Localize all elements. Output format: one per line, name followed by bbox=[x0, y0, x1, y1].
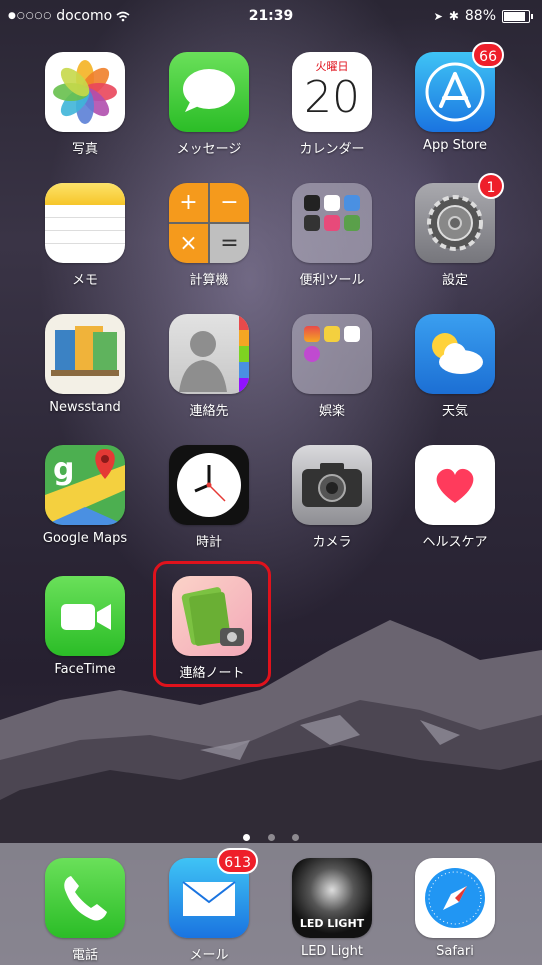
app-label: 時計 bbox=[195, 535, 222, 550]
facetime-icon bbox=[45, 576, 125, 656]
location-icon: ➤ bbox=[433, 9, 443, 23]
app-contacts[interactable]: 連絡先 bbox=[154, 314, 264, 419]
page-dot bbox=[267, 834, 275, 841]
app-weather[interactable]: 天気 bbox=[400, 314, 510, 419]
app-label: 天気 bbox=[441, 404, 468, 419]
app-calculator[interactable]: + − × = 計算機 bbox=[154, 183, 264, 288]
app-label: 写真 bbox=[71, 142, 98, 157]
folder-icon bbox=[292, 183, 372, 263]
app-led-light[interactable]: LED LIGHT LED Light bbox=[277, 858, 387, 959]
phone-icon bbox=[45, 858, 125, 938]
app-messages[interactable]: メッセージ bbox=[154, 52, 264, 157]
app-label: ヘルスケア bbox=[422, 535, 488, 550]
app-clock[interactable]: 時計 bbox=[154, 445, 264, 550]
folder-tools[interactable]: 便利ツール bbox=[277, 183, 387, 288]
calculator-icon: + − × = bbox=[169, 183, 249, 263]
app-photos[interactable]: 写真 bbox=[30, 52, 140, 157]
page-dot bbox=[243, 834, 251, 841]
app-label: LED Light bbox=[300, 944, 364, 959]
page-dot bbox=[291, 834, 299, 841]
app-label: カメラ bbox=[312, 535, 352, 550]
app-label: Google Maps bbox=[42, 531, 128, 546]
app-label: App Store bbox=[423, 138, 487, 153]
led-light-icon-text: LED LIGHT bbox=[299, 917, 365, 930]
calendar-day: 20 bbox=[304, 72, 360, 123]
app-phone[interactable]: 電話 bbox=[30, 858, 140, 963]
camera-icon bbox=[292, 445, 372, 525]
app-mail[interactable]: 613 メール bbox=[154, 848, 264, 963]
safari-icon bbox=[415, 858, 495, 938]
app-camera[interactable]: カメラ bbox=[277, 445, 387, 550]
app-label: 電話 bbox=[71, 948, 98, 963]
app-label: 設定 bbox=[441, 273, 468, 288]
clock-icon bbox=[169, 445, 249, 525]
weather-icon bbox=[415, 314, 495, 394]
app-google-maps[interactable]: g Google Maps bbox=[30, 445, 140, 546]
app-notes[interactable]: メモ bbox=[30, 183, 140, 288]
app-app-store[interactable]: 66 App Store bbox=[400, 42, 510, 153]
app-label: メッセージ bbox=[176, 142, 242, 157]
led-light-icon: LED LIGHT bbox=[292, 858, 372, 938]
app-label: メール bbox=[189, 948, 229, 963]
app-label: 便利ツール bbox=[299, 273, 365, 288]
messages-icon bbox=[169, 52, 249, 132]
app-newsstand[interactable]: Newsstand bbox=[30, 314, 140, 415]
bluetooth-icon: ✱ bbox=[448, 9, 459, 23]
notification-badge: 1 bbox=[478, 173, 504, 199]
home-screen: ●○○○○ docomo 21:39 ➤ ✱ 88% 写真 メッセージ 火曜日 … bbox=[0, 0, 542, 965]
highlight-annotation bbox=[153, 561, 271, 687]
app-label: FaceTime bbox=[54, 662, 116, 677]
calendar-icon: 火曜日 20 bbox=[292, 52, 372, 132]
folder-entertainment[interactable]: 娯楽 bbox=[277, 314, 387, 419]
app-facetime[interactable]: FaceTime bbox=[30, 576, 140, 677]
app-label: 連絡先 bbox=[189, 404, 229, 419]
contacts-icon bbox=[169, 314, 249, 394]
battery-icon bbox=[502, 9, 533, 23]
photos-icon bbox=[45, 52, 125, 132]
app-label: カレンダー bbox=[299, 142, 365, 157]
battery-percent: 88% bbox=[464, 8, 496, 24]
health-icon bbox=[415, 445, 495, 525]
notes-icon bbox=[45, 183, 125, 263]
status-bar: ●○○○○ docomo 21:39 ➤ ✱ 88% bbox=[0, 0, 542, 34]
app-safari[interactable]: Safari bbox=[400, 858, 510, 959]
app-calendar[interactable]: 火曜日 20 カレンダー bbox=[277, 52, 387, 157]
notification-badge: 66 bbox=[472, 42, 504, 68]
app-label: 娯楽 bbox=[318, 404, 345, 419]
svg-text:g: g bbox=[53, 452, 74, 487]
app-settings[interactable]: 1 設定 bbox=[400, 173, 510, 288]
notification-badge: 613 bbox=[217, 848, 258, 874]
newsstand-icon bbox=[45, 314, 125, 394]
right-status: ➤ ✱ 88% bbox=[433, 8, 533, 24]
app-label: 計算機 bbox=[189, 273, 229, 288]
app-health[interactable]: ヘルスケア bbox=[400, 445, 510, 550]
app-label: Safari bbox=[436, 944, 474, 959]
app-label: Newsstand bbox=[49, 400, 121, 415]
app-label: メモ bbox=[71, 273, 98, 288]
google-maps-icon: g bbox=[45, 445, 125, 525]
folder-icon bbox=[292, 314, 372, 394]
